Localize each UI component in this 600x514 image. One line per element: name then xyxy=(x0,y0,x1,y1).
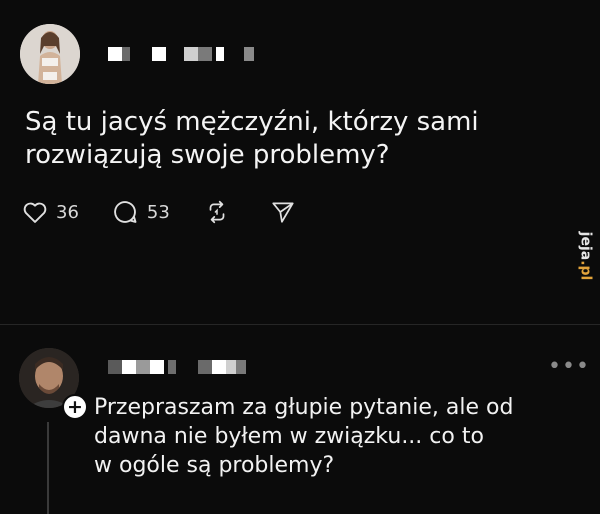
repost-button[interactable] xyxy=(204,199,230,225)
more-dots-icon: ••• xyxy=(548,354,590,379)
avatar[interactable] xyxy=(20,24,80,84)
heart-icon xyxy=(23,202,47,223)
reply-text-line-2: dawna nie byłem w związku... co to xyxy=(94,424,484,449)
share-button[interactable] xyxy=(270,199,296,225)
thread-line xyxy=(47,422,49,514)
send-icon xyxy=(272,202,294,223)
post-text-line-1: Są tu jacyś mężczyźni, którzy sami xyxy=(25,107,479,137)
post-actions: 36 53 xyxy=(20,198,296,226)
follow-plus-button[interactable]: + xyxy=(62,394,88,420)
redacted-blocks xyxy=(108,47,254,61)
watermark-text: jeja.pl xyxy=(577,231,593,281)
redacted-username xyxy=(108,45,268,61)
watermark-logo: jeja.pl xyxy=(574,228,596,284)
avatar-photo xyxy=(20,24,80,84)
reply-text-line-3: w ogóle są problemy? xyxy=(94,453,335,478)
original-post: Są tu jacyś mężczyźni, którzy sami rozwi… xyxy=(0,0,600,322)
reply-text: Przepraszam za głupie pytanie, ale od da… xyxy=(94,393,574,480)
reply-redacted-username xyxy=(108,358,268,374)
comment-button[interactable]: 53 xyxy=(111,198,170,226)
like-button[interactable]: 36 xyxy=(20,198,79,226)
like-count: 36 xyxy=(56,201,79,223)
post-text-line-2: rozwiązują swoje problemy? xyxy=(25,140,390,170)
repost-icon xyxy=(209,200,225,224)
comment-bubble-icon xyxy=(114,201,137,223)
more-options-button[interactable]: ••• xyxy=(548,354,590,379)
reply-redacted-blocks xyxy=(108,360,246,374)
divider xyxy=(0,324,600,325)
reply-text-line-1: Przepraszam za głupie pytanie, ale od xyxy=(94,395,514,420)
post-text: Są tu jacyś mężczyźni, którzy sami rozwi… xyxy=(25,106,565,172)
plus-icon: + xyxy=(67,395,83,418)
comment-count: 53 xyxy=(146,201,170,223)
